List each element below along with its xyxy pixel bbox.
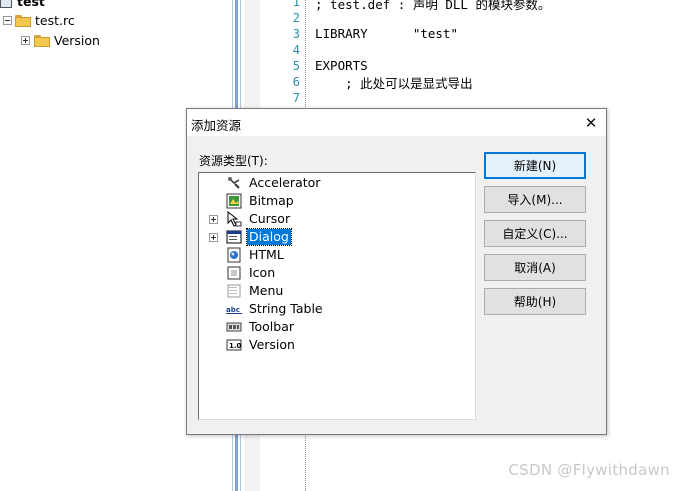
line-number: 5 [292, 59, 300, 73]
list-item-label: HTML [249, 247, 284, 262]
expand-icon[interactable] [209, 215, 218, 224]
new-button[interactable]: 新建(N) [484, 152, 586, 179]
code-line: ; test.def : 声明 DLL 的模块参数。 [315, 0, 551, 12]
list-item-label: Accelerator [249, 175, 321, 190]
list-item-string-table[interactable]: abc String Table [199, 300, 475, 318]
line-number: 7 [292, 91, 300, 105]
line-number: 1 [292, 0, 300, 9]
icon-resource-icon [227, 266, 241, 280]
list-item-icon[interactable]: Icon [199, 264, 475, 282]
folder-icon [15, 14, 31, 27]
list-item-toolbar[interactable]: Toolbar [199, 318, 475, 336]
list-item-label: Cursor [249, 211, 291, 226]
list-item-version[interactable]: 1.0 Version [199, 336, 475, 354]
project-icon [0, 0, 12, 8]
close-icon: ✕ [584, 113, 598, 132]
list-item-label: Dialog [246, 228, 292, 246]
dialog-titlebar[interactable]: 添加资源 ✕ [187, 109, 606, 136]
list-item-label: Icon [249, 265, 276, 280]
list-item-label: String Table [249, 301, 323, 316]
line-number: 6 [292, 75, 300, 89]
close-button[interactable]: ✕ [576, 109, 606, 136]
toolbar-icon [226, 322, 242, 332]
resource-type-label: 资源类型(T): [199, 154, 268, 168]
code-line: LIBRARY "test" [315, 26, 458, 41]
list-item-menu[interactable]: Menu [199, 282, 475, 300]
list-item-label: Bitmap [249, 193, 294, 208]
list-item-accelerator[interactable]: Accelerator [199, 174, 475, 192]
watermark: CSDN @Flywithdawn [508, 461, 670, 479]
dialog-title: 添加资源 [191, 118, 242, 133]
custom-button[interactable]: 自定义(C)... [484, 220, 586, 247]
add-resource-dialog: 添加资源 ✕ 资源类型(T): Accelerator Bitmap Curso… [186, 108, 607, 435]
svg-text:1.0: 1.0 [229, 342, 242, 350]
string-table-icon: abc [226, 305, 242, 314]
resource-type-list[interactable]: Accelerator Bitmap Cursor Dialog HTML Ic… [198, 172, 476, 420]
list-item-bitmap[interactable]: Bitmap [199, 192, 475, 210]
list-item-cursor[interactable]: Cursor [199, 210, 475, 228]
line-number: 2 [292, 11, 300, 25]
code-line: ; 此处可以是显式导出 [315, 76, 473, 91]
tree-folder-label: Version [54, 33, 100, 48]
help-button[interactable]: 帮助(H) [484, 288, 586, 315]
line-number: 3 [292, 27, 300, 41]
collapse-icon[interactable] [3, 16, 12, 25]
tree-root-label: test [17, 0, 45, 9]
cursor-icon [227, 211, 242, 227]
line-number: 4 [292, 43, 300, 57]
list-item-dialog[interactable]: Dialog [199, 228, 475, 246]
tree-item-test-rc[interactable]: test.rc [3, 13, 75, 28]
html-icon [227, 247, 241, 263]
tree-file-label: test.rc [35, 13, 75, 28]
folder-icon [34, 34, 50, 47]
list-item-html[interactable]: HTML [199, 246, 475, 264]
tree-item-version[interactable]: Version [21, 33, 100, 48]
menu-icon [227, 284, 241, 298]
cancel-button[interactable]: 取消(A) [484, 254, 586, 281]
list-item-label: Version [249, 337, 295, 352]
svg-text:abc: abc [226, 306, 240, 314]
list-item-label: Toolbar [249, 319, 295, 334]
import-button[interactable]: 导入(M)... [484, 186, 586, 213]
bitmap-icon [226, 193, 242, 209]
expand-icon[interactable] [209, 233, 218, 242]
dialog-icon [226, 230, 242, 244]
expand-icon[interactable] [21, 36, 30, 45]
code-line: EXPORTS [315, 58, 368, 73]
version-icon: 1.0 [226, 339, 242, 351]
tree-item-root[interactable]: test [0, 0, 45, 9]
list-item-label: Menu [249, 283, 284, 298]
accelerator-icon [228, 177, 240, 189]
